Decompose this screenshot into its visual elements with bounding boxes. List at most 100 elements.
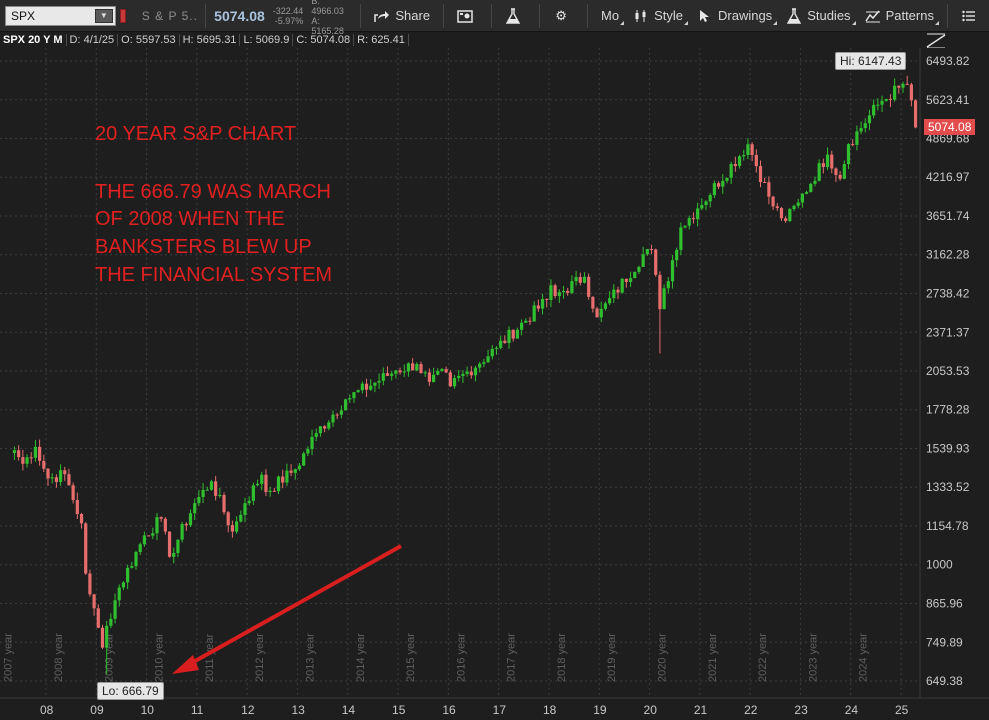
price-tick-label: 4216.97 — [926, 170, 970, 184]
candle-body — [486, 356, 490, 363]
candle-body — [675, 249, 679, 261]
candle-body — [297, 465, 302, 470]
candle-body — [876, 104, 880, 106]
symbol-dropdown-icon[interactable]: ▼ — [94, 8, 113, 23]
candle-body — [867, 115, 872, 124]
symbol-input[interactable]: SPX ▼ — [5, 5, 116, 26]
patterns-icon — [864, 8, 881, 24]
candle-body — [758, 166, 763, 183]
menu-icon — [961, 8, 977, 24]
candle-body — [180, 523, 184, 540]
divider — [946, 3, 948, 28]
candle-body — [742, 154, 746, 157]
candle-body — [805, 191, 809, 194]
year-label: 2022 year — [757, 633, 769, 682]
candle-body — [620, 278, 624, 293]
price-tick-label: 1000 — [926, 558, 953, 572]
candle-body — [469, 371, 473, 376]
candle-body — [825, 154, 830, 168]
timeframe-button[interactable]: Mo — [594, 0, 626, 32]
candle-body — [884, 98, 888, 101]
candle-body — [63, 470, 67, 475]
candle-body — [272, 490, 276, 492]
candle-body — [100, 627, 105, 648]
candle-body — [390, 373, 394, 376]
candle-body — [691, 218, 696, 220]
candle-body — [84, 523, 88, 574]
candle-body — [385, 373, 390, 376]
studies-button[interactable]: Studies — [779, 0, 857, 32]
candle-body — [29, 457, 33, 459]
candle-body — [247, 500, 251, 504]
candle-body — [624, 278, 628, 283]
style-button[interactable]: Style — [626, 0, 690, 32]
candle-body — [109, 618, 113, 626]
candle-body — [105, 625, 109, 648]
candle-body — [863, 123, 867, 129]
candle-body — [775, 206, 779, 209]
price-tick-label: 749.89 — [926, 635, 963, 649]
patterns-button[interactable]: Patterns — [858, 0, 941, 32]
candle-body — [779, 208, 784, 219]
bar-open: O: 5597.53 — [118, 34, 180, 46]
candle-body — [809, 183, 813, 192]
candle-body — [113, 600, 117, 619]
bid-ask-block: B: 4966.03 A: 5165.28 — [311, 0, 354, 36]
drawings-button[interactable]: Drawings — [690, 0, 779, 32]
candle-body — [746, 144, 750, 155]
time-tick-label: 11 — [191, 703, 204, 717]
candle-body — [440, 369, 444, 371]
candle-body — [905, 83, 909, 85]
settings-button[interactable]: ⚙ — [546, 0, 581, 32]
link-flag-icon[interactable] — [119, 8, 126, 23]
candle-body — [436, 370, 440, 375]
price-tick-label: 649.38 — [926, 674, 963, 688]
candle-body — [771, 196, 775, 207]
candle-body — [540, 299, 545, 309]
candle-body — [515, 329, 520, 339]
candle-body — [608, 298, 612, 304]
price-tick-label: 865.96 — [926, 597, 963, 611]
price-chart[interactable]: 2007 year 2008 year 2009 year 2010 year 2011… — [0, 48, 989, 720]
candle-body — [796, 202, 800, 206]
menu-button[interactable] — [954, 0, 989, 32]
year-label: 2015 year — [405, 633, 417, 682]
year-label: 2023 year — [807, 633, 819, 682]
candle-body — [767, 182, 771, 197]
time-tick-label: 08 — [40, 703, 54, 717]
candle-body — [851, 144, 855, 146]
candle-body — [92, 594, 96, 609]
candle-body — [381, 373, 385, 381]
last-price-tag: 5074.08 — [924, 119, 976, 135]
candle-body — [830, 154, 834, 169]
candle-body — [289, 470, 293, 473]
candle-body — [452, 378, 457, 387]
candle-body — [784, 218, 788, 221]
candle-body — [172, 553, 176, 557]
time-tick-label: 19 — [593, 703, 607, 717]
candle-body — [184, 523, 188, 526]
candle-body — [117, 587, 121, 601]
candle-body — [138, 544, 142, 552]
candle-body — [197, 497, 201, 504]
candle-body — [255, 483, 260, 486]
candle-body — [507, 329, 511, 344]
candle-body — [666, 281, 670, 289]
candle-body — [536, 305, 540, 309]
candle-body — [574, 277, 578, 282]
candle-body — [226, 512, 230, 526]
candle-body — [373, 382, 377, 386]
candle-body — [276, 476, 281, 492]
candle-body — [188, 513, 193, 526]
candle-body — [444, 369, 448, 373]
share-button[interactable]: Share — [367, 0, 437, 32]
snapshot-button[interactable] — [450, 0, 485, 32]
year-label: 2017 year — [506, 633, 518, 682]
drawing-tool-icon[interactable] — [926, 33, 946, 49]
candle-body — [54, 477, 58, 483]
lab-button[interactable] — [498, 0, 533, 32]
candle-body — [33, 446, 38, 458]
bar-close: C: 5074.08 — [293, 34, 355, 46]
candle-body — [314, 433, 318, 437]
candle-body — [733, 164, 737, 166]
